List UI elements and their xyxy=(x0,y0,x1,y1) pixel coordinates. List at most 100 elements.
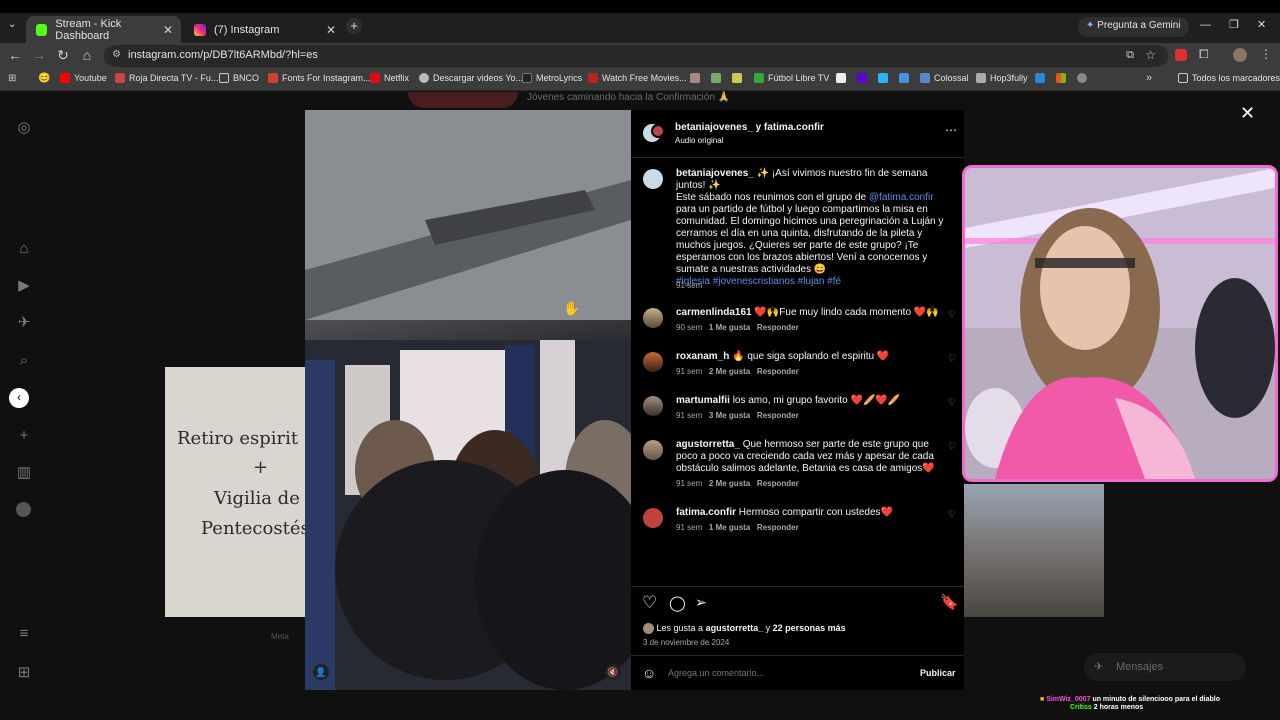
comment-username[interactable]: fatima.confir xyxy=(676,507,736,518)
gemini-button[interactable]: ✦ Pregunta a Gemini xyxy=(1078,17,1189,37)
comment-input[interactable] xyxy=(668,665,908,681)
post-video[interactable]: ✋ 👤 🔇 xyxy=(305,110,631,690)
bookmark-misc-5[interactable] xyxy=(878,73,892,83)
close-tab-icon[interactable]: ✕ xyxy=(326,23,336,37)
dashboard-nav-icon[interactable]: ▥ xyxy=(14,463,34,483)
likes-more[interactable]: 22 personas más xyxy=(773,623,846,633)
profile-avatar-icon[interactable] xyxy=(1233,48,1247,62)
comment-likes[interactable]: 2 Me gusta xyxy=(709,479,750,488)
bookmark-hop3fully[interactable]: Hop3fully xyxy=(976,73,1028,83)
comment-likes[interactable]: 1 Me gusta xyxy=(709,523,750,532)
apps-grid-icon[interactable]: ⊞ xyxy=(8,73,16,84)
commenter-avatar[interactable] xyxy=(643,508,663,528)
site-info-icon[interactable]: ⚙ xyxy=(112,49,121,60)
tab-search-icon[interactable]: ⌄ xyxy=(8,19,16,30)
bookmark-netflix[interactable]: Netflix xyxy=(370,73,409,83)
comment-likes[interactable]: 3 Me gusta xyxy=(709,411,750,420)
extensions-puzzle-icon[interactable]: ⧠ xyxy=(1199,47,1209,62)
comment-time[interactable]: 91 sem xyxy=(676,523,702,532)
emoji-bookmark-icon[interactable]: 😊 xyxy=(38,73,50,84)
publish-button[interactable]: Publicar xyxy=(920,668,956,678)
background-post-card[interactable]: Retiro espirit + Vigilia de Pentecostés xyxy=(165,367,310,617)
search-nav-icon[interactable]: ⌕ xyxy=(14,351,34,371)
caption-mention[interactable]: @fatima.confir xyxy=(869,192,934,203)
comment-username[interactable]: carmenlinda161 xyxy=(676,307,752,318)
instagram-logo-icon[interactable]: ◎ xyxy=(14,118,34,138)
bookmark-misc-8[interactable] xyxy=(1056,73,1070,83)
bookmark-misc-1[interactable] xyxy=(690,73,704,83)
likes-summary[interactable]: Les gusta a agustorretta_ y 22 personas … xyxy=(643,623,846,635)
close-window-icon[interactable]: ✕ xyxy=(1257,18,1266,31)
messages-pill[interactable]: ✈ Mensajes xyxy=(1084,653,1246,681)
audio-label[interactable]: Audio original xyxy=(675,136,723,145)
bookmark-misc-7[interactable] xyxy=(1035,73,1049,83)
comment-username[interactable]: agustorretta_ xyxy=(676,439,740,450)
chat-username[interactable]: SimWiz_0007 xyxy=(1046,696,1090,703)
commenter-avatar[interactable] xyxy=(643,440,663,460)
carousel-prev-icon[interactable]: ‹ xyxy=(9,388,29,408)
like-comment-icon[interactable]: ♡ xyxy=(948,509,956,520)
close-tab-icon[interactable]: ✕ xyxy=(163,23,173,37)
more-bookmarks-icon[interactable]: » xyxy=(1146,72,1152,84)
bookmark-star-icon[interactable]: ☆ xyxy=(1145,48,1156,62)
install-app-icon[interactable]: ⧉ xyxy=(1126,49,1134,62)
tagged-users-icon[interactable]: 👤 xyxy=(313,664,329,680)
reply-button[interactable]: Responder xyxy=(757,323,799,332)
footer-meta-link[interactable]: Meta xyxy=(271,632,289,641)
comment-username[interactable]: martumalfii xyxy=(676,395,730,406)
reply-button[interactable]: Responder xyxy=(757,411,799,420)
home-icon[interactable]: ⌂ xyxy=(77,47,97,63)
mute-icon[interactable]: 🔇 xyxy=(605,664,621,680)
bookmark-misc-2[interactable] xyxy=(711,73,725,83)
comment-username[interactable]: roxanam_h xyxy=(676,351,729,362)
bookmark-misc-4[interactable] xyxy=(836,73,850,83)
minimize-icon[interactable]: — xyxy=(1200,19,1211,31)
menu-nav-icon[interactable]: ≡ xyxy=(14,624,34,644)
tab-kick-dashboard[interactable]: Stream - Kick Dashboard ✕ xyxy=(26,16,181,43)
more-options-icon[interactable]: ⋯ xyxy=(945,123,957,137)
new-tab-icon[interactable]: + xyxy=(346,18,362,34)
profile-nav-icon[interactable] xyxy=(16,502,31,517)
restore-icon[interactable]: ❐ xyxy=(1229,18,1239,31)
bookmark-colossal[interactable]: Colossal xyxy=(920,73,969,83)
reply-button[interactable]: Responder xyxy=(757,479,799,488)
caption-avatar[interactable] xyxy=(643,169,663,189)
caption-username[interactable]: betaniajovenes_ xyxy=(676,168,754,179)
like-comment-icon[interactable]: ♡ xyxy=(948,397,956,408)
post-authors[interactable]: betaniajovenes_ y fatima.confir xyxy=(675,122,824,133)
tab-instagram[interactable]: (7) Instagram ✕ xyxy=(184,16,344,43)
reply-button[interactable]: Responder xyxy=(757,523,799,532)
browser-menu-icon[interactable]: ⋮ xyxy=(1260,47,1272,61)
bookmark-roja-directa[interactable]: Roja Directa TV - Fu... xyxy=(115,73,218,83)
extension-icon[interactable] xyxy=(1175,49,1187,61)
like-comment-icon[interactable]: ♡ xyxy=(948,441,956,452)
comment-time[interactable]: 90 sem xyxy=(676,323,702,332)
chat-username[interactable]: Critiss xyxy=(1070,704,1092,711)
home-nav-icon[interactable]: ⌂ xyxy=(14,239,34,259)
liker-username[interactable]: agustorretta_ xyxy=(706,623,764,633)
threads-nav-icon[interactable]: ⊞ xyxy=(14,663,34,683)
commenter-avatar[interactable] xyxy=(643,352,663,372)
bookmark-yahoo[interactable] xyxy=(857,73,871,83)
reels-nav-icon[interactable]: ▶ xyxy=(14,276,34,296)
comment-likes[interactable]: 2 Me gusta xyxy=(709,367,750,376)
comment-time[interactable]: 91 sem xyxy=(676,367,702,376)
like-comment-icon[interactable]: ♡ xyxy=(948,309,956,320)
bookmark-watch-free[interactable]: Watch Free Movies... xyxy=(588,73,687,83)
save-post-icon[interactable]: 🔖 xyxy=(940,593,959,611)
reload-icon[interactable]: ↻ xyxy=(53,47,73,64)
caption-time[interactable]: 91 sem xyxy=(676,281,702,290)
comment-icon[interactable]: ◯ xyxy=(669,594,686,612)
comment-time[interactable]: 91 sem xyxy=(676,411,702,420)
like-comment-icon[interactable]: ♡ xyxy=(948,353,956,364)
bookmark-fonts[interactable]: Fonts For Instagram... xyxy=(268,73,371,83)
bookmark-misc-6[interactable] xyxy=(899,73,913,83)
reply-button[interactable]: Responder xyxy=(757,367,799,376)
like-post-icon[interactable]: ♡ xyxy=(642,593,657,613)
close-modal-icon[interactable]: ✕ xyxy=(1240,103,1255,124)
commenter-avatar[interactable] xyxy=(643,308,663,328)
forward-icon[interactable]: → xyxy=(29,47,49,63)
comment-likes[interactable]: 1 Me gusta xyxy=(709,323,750,332)
messages-nav-icon[interactable]: ✈ xyxy=(14,313,34,333)
coauthor-avatar[interactable] xyxy=(651,124,665,138)
